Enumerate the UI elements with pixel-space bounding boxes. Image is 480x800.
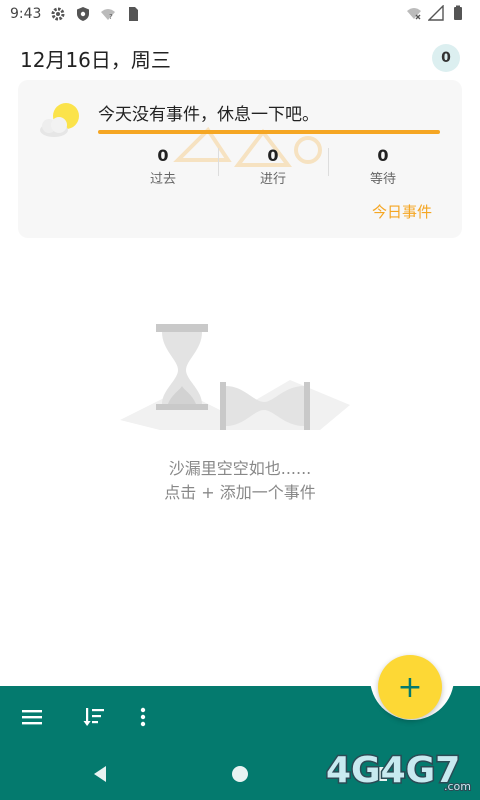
battery-icon bbox=[454, 5, 462, 20]
progress-fill bbox=[98, 130, 440, 134]
page-title: 12月16日，周三 bbox=[20, 48, 171, 72]
stat-ongoing[interactable]: 0 进行 bbox=[218, 146, 328, 187]
signal-icon bbox=[428, 5, 444, 21]
stat-label: 等待 bbox=[369, 172, 396, 187]
stat-value: 0 bbox=[157, 146, 169, 165]
nav-back-button[interactable] bbox=[86, 760, 114, 788]
stat-label: 过去 bbox=[149, 172, 176, 187]
stat-past[interactable]: 0 过去 bbox=[108, 146, 218, 187]
sort-button[interactable] bbox=[80, 703, 108, 731]
stat-value: 0 bbox=[267, 146, 279, 165]
empty-message-line1: 沙漏里空空如也...... bbox=[168, 459, 312, 478]
svg-text:.com: .com bbox=[444, 780, 471, 793]
menu-icon bbox=[22, 710, 42, 725]
stat-waiting[interactable]: 0 等待 bbox=[328, 146, 438, 187]
sim-card-icon bbox=[129, 7, 139, 21]
stat-value: 0 bbox=[377, 146, 389, 165]
back-icon bbox=[94, 766, 106, 782]
empty-message-line2: 点击 + 添加一个事件 bbox=[164, 483, 316, 502]
status-time: 9:43 bbox=[10, 6, 42, 22]
today-events-link[interactable]: 今日事件 bbox=[372, 201, 432, 222]
sort-icon bbox=[83, 708, 104, 726]
stat-label: 进行 bbox=[259, 172, 286, 187]
progress-bar bbox=[98, 130, 440, 134]
home-icon bbox=[232, 766, 248, 782]
settings-icon bbox=[51, 7, 65, 21]
stats-row: 0 过去 0 进行 0 等待 bbox=[108, 146, 438, 187]
more-vert-icon bbox=[140, 707, 146, 727]
status-bar: 9:43 ? bbox=[0, 0, 480, 28]
site-watermark-logo: 4G4G7 .com bbox=[325, 749, 473, 795]
summary-message: 今天没有事件，休息一下吧。 bbox=[98, 105, 319, 125]
weather-sun-cloud-icon bbox=[40, 103, 79, 137]
hourglass-illustration-icon bbox=[120, 324, 350, 430]
more-options-button[interactable] bbox=[129, 703, 157, 731]
count-badge[interactable]: 0 bbox=[432, 44, 460, 72]
nav-home-button[interactable] bbox=[226, 760, 254, 788]
add-event-fab[interactable]: + bbox=[378, 655, 442, 719]
summary-card: 今天没有事件，休息一下吧。 0 过去 0 进行 0 等待 今日事件 bbox=[18, 80, 462, 238]
svg-text:4G4G7: 4G4G7 bbox=[326, 750, 460, 791]
wifi-question-icon: ? bbox=[101, 9, 116, 21]
wifi-off-icon bbox=[407, 8, 421, 20]
menu-button[interactable] bbox=[18, 703, 46, 731]
shield-icon bbox=[77, 7, 90, 21]
svg-text:?: ? bbox=[109, 13, 113, 21]
